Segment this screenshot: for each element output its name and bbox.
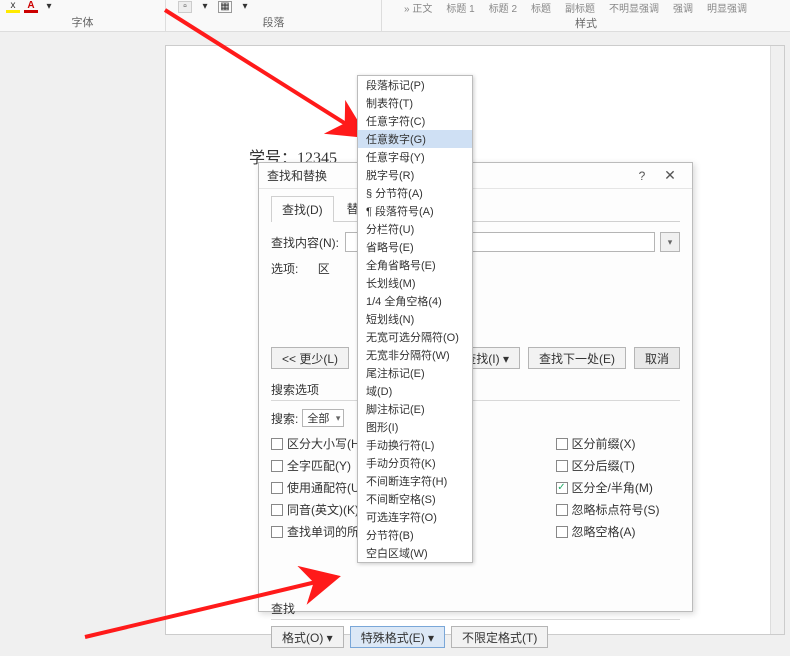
search-direction-select[interactable]: 全部 [302, 409, 344, 427]
menu-item[interactable]: 制表符(T) [358, 94, 472, 112]
chevron-down-icon[interactable]: ▾ [42, 1, 56, 13]
menu-item[interactable]: 任意字符(C) [358, 112, 472, 130]
menu-item[interactable]: 域(D) [358, 382, 472, 400]
ribbon-para-label: 段落 [172, 14, 375, 31]
chevron-down-icon[interactable]: ▾ [238, 1, 252, 13]
cancel-button[interactable]: 取消 [634, 347, 680, 369]
menu-item[interactable]: 段落标记(P) [358, 76, 472, 94]
menu-item[interactable]: 任意字母(Y) [358, 148, 472, 166]
checkbox-icon [556, 460, 568, 472]
checkbox-icon [556, 526, 568, 538]
search-direction-label: 搜索: [271, 410, 298, 427]
menu-item[interactable]: 无宽可选分隔符(O) [358, 328, 472, 346]
ribbon: x A ▾ 字体 ▫ ▾ ▦ ▾ 段落 » 正文标题 1标题 2标题副标题不明显… [0, 0, 790, 32]
menu-item[interactable]: 任意数字(G) [358, 130, 472, 148]
search-options-title: 搜索选项 [271, 381, 680, 398]
checkbox-label: 区分大小写(H) [287, 435, 364, 452]
menu-item[interactable]: 长划线(M) [358, 274, 472, 292]
menu-item[interactable]: 尾注标记(E) [358, 364, 472, 382]
menu-item[interactable]: 全角省略号(E) [358, 256, 472, 274]
style-chip[interactable]: 标题 [525, 0, 557, 15]
dialog-titlebar: 查找和替换 ? ✕ [259, 163, 692, 189]
highlight-icon[interactable]: x [6, 1, 20, 13]
style-chip[interactable]: 强调 [667, 0, 699, 15]
ribbon-font-group: x A ▾ 字体 [0, 0, 165, 31]
menu-item[interactable]: ¶ 段落符号(A) [358, 202, 472, 220]
checkbox-icon [556, 482, 568, 494]
checkbox-icon [556, 438, 568, 450]
font-color-icon[interactable]: A [24, 1, 38, 13]
checkbox-icon [271, 482, 283, 494]
no-format-button[interactable]: 不限定格式(T) [451, 626, 548, 648]
menu-item[interactable]: 分栏符(U) [358, 220, 472, 238]
style-chip[interactable]: » 正文 [398, 0, 438, 15]
shading-icon[interactable]: ▫ [178, 1, 192, 13]
find-content-label: 查找内容(N): [271, 234, 339, 251]
special-format-button[interactable]: 特殊格式(E) ▾ [350, 626, 445, 648]
chevron-down-icon[interactable]: ▾ [198, 1, 212, 13]
ribbon-styles-group: » 正文标题 1标题 2标题副标题不明显强调强调明显强调 样式 [382, 0, 790, 31]
checkbox-label: 使用通配符(U) [287, 479, 364, 496]
vertical-scrollbar[interactable] [770, 46, 784, 634]
find-section-label: 查找 [271, 600, 680, 617]
style-chip[interactable]: 不明显强调 [603, 0, 665, 15]
menu-item[interactable]: 空白区域(W) [358, 544, 472, 562]
menu-item[interactable]: 图形(I) [358, 418, 472, 436]
checkbox-label: 区分后缀(T) [572, 457, 635, 474]
checkbox-option[interactable]: 区分前缀(X) [556, 435, 681, 452]
checkbox-icon [271, 504, 283, 516]
find-next-button[interactable]: 查找下一处(E) [528, 347, 626, 369]
ribbon-style-label: 样式 [388, 14, 784, 31]
style-chip[interactable]: 明显强调 [701, 0, 753, 15]
menu-item[interactable]: 手动分页符(K) [358, 454, 472, 472]
menu-item[interactable]: 省略号(E) [358, 238, 472, 256]
checkbox-option[interactable]: 忽略空格(A) [556, 523, 681, 540]
checkbox-label: 忽略空格(A) [572, 523, 636, 540]
ribbon-paragraph-group: ▫ ▾ ▦ ▾ 段落 [166, 0, 381, 31]
checkbox-label: 全字匹配(Y) [287, 457, 351, 474]
menu-item[interactable]: 脚注标记(E) [358, 400, 472, 418]
options-label: 选项: [271, 262, 298, 276]
checkbox-icon [271, 526, 283, 538]
style-chip[interactable]: 标题 2 [483, 0, 523, 15]
checkbox-option[interactable]: 区分全/半角(M) [556, 479, 681, 496]
checkbox-label: 忽略标点符号(S) [572, 501, 660, 518]
checkbox-icon [271, 438, 283, 450]
dialog-tabs: 查找(D) 替换(P) [271, 195, 680, 222]
checkbox-label: 区分全/半角(M) [572, 479, 653, 496]
menu-item[interactable]: 脱字号(R) [358, 166, 472, 184]
menu-item[interactable]: 1/4 全角空格(4) [358, 292, 472, 310]
special-format-menu: 段落标记(P)制表符(T)任意字符(C)任意数字(G)任意字母(Y)脱字号(R)… [357, 75, 473, 563]
less-button[interactable]: << 更少(L) [271, 347, 349, 369]
tab-find[interactable]: 查找(D) [271, 196, 334, 222]
options-value: 区 [318, 262, 330, 276]
borders-icon[interactable]: ▦ [218, 1, 232, 13]
menu-item[interactable]: 不间断连字符(H) [358, 472, 472, 490]
menu-item[interactable]: 无宽非分隔符(W) [358, 346, 472, 364]
checkbox-icon [556, 504, 568, 516]
menu-item[interactable]: 分节符(B) [358, 526, 472, 544]
format-button[interactable]: 格式(O) ▾ [271, 626, 344, 648]
menu-item[interactable]: 可选连字符(O) [358, 508, 472, 526]
checkbox-icon [271, 460, 283, 472]
style-chip[interactable]: 标题 1 [440, 0, 480, 15]
menu-item[interactable]: 手动换行符(L) [358, 436, 472, 454]
checkbox-label: 查找单词的所 [287, 523, 359, 540]
menu-item[interactable]: 短划线(N) [358, 310, 472, 328]
checkbox-option[interactable]: 忽略标点符号(S) [556, 501, 681, 518]
ribbon-font-label: 字体 [6, 14, 159, 31]
close-button[interactable]: ✕ [656, 167, 684, 184]
find-replace-dialog: 查找和替换 ? ✕ 查找(D) 替换(P) 查找内容(N): ▾ 选项: 区 <… [258, 162, 693, 612]
style-chip[interactable]: 副标题 [559, 0, 601, 15]
menu-item[interactable]: § 分节符(A) [358, 184, 472, 202]
find-content-dropdown-button[interactable]: ▾ [660, 232, 680, 252]
menu-item[interactable]: 不间断空格(S) [358, 490, 472, 508]
checkbox-label: 同音(英文)(K) [287, 501, 359, 518]
help-button[interactable]: ? [628, 169, 656, 183]
checkbox-option[interactable]: 区分后缀(T) [556, 457, 681, 474]
checkbox-label: 区分前缀(X) [572, 435, 636, 452]
